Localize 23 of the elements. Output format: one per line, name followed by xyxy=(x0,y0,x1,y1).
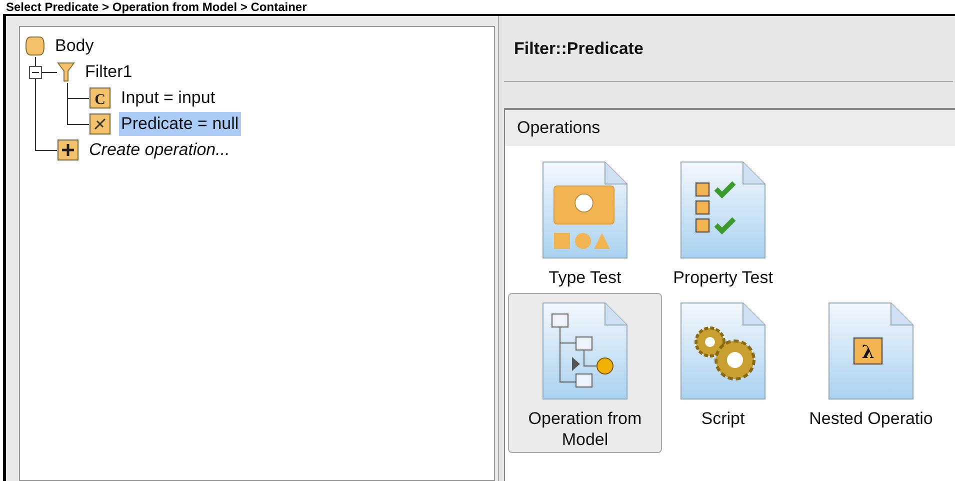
gears-icon xyxy=(680,302,766,400)
tree-item[interactable]: Predicate = null xyxy=(119,112,241,136)
tree-item[interactable]: Body xyxy=(53,34,96,58)
tree-item[interactable]: Create operation... xyxy=(87,138,232,162)
class-icon: C xyxy=(89,87,111,109)
panel-title: Filter::Predicate xyxy=(504,16,953,82)
section-title: Operations xyxy=(505,110,955,146)
tree-item[interactable]: Filter1 xyxy=(83,60,134,84)
operation-button[interactable]: Operation from Model xyxy=(508,293,662,453)
collapse-toggle-icon[interactable] xyxy=(29,66,42,79)
operation-button[interactable]: λ Nested Operatio xyxy=(802,293,940,432)
tree-item[interactable]: Input = input xyxy=(119,86,218,110)
operation-button[interactable]: Type Test xyxy=(535,152,635,291)
plus-icon xyxy=(57,139,79,161)
caption: Select Predicate > Operation from Model > Container xyxy=(5,0,307,14)
shapes-document-icon xyxy=(542,161,628,259)
lambda-document-icon: λ xyxy=(828,302,914,400)
funnel-icon xyxy=(57,62,75,82)
hierarchy-document-icon xyxy=(542,302,628,400)
operation-button[interactable]: Script xyxy=(673,293,773,432)
checklist-document-icon xyxy=(680,161,766,259)
rounded-shape-icon xyxy=(25,36,45,56)
operation-button[interactable]: Property Test xyxy=(666,152,780,291)
